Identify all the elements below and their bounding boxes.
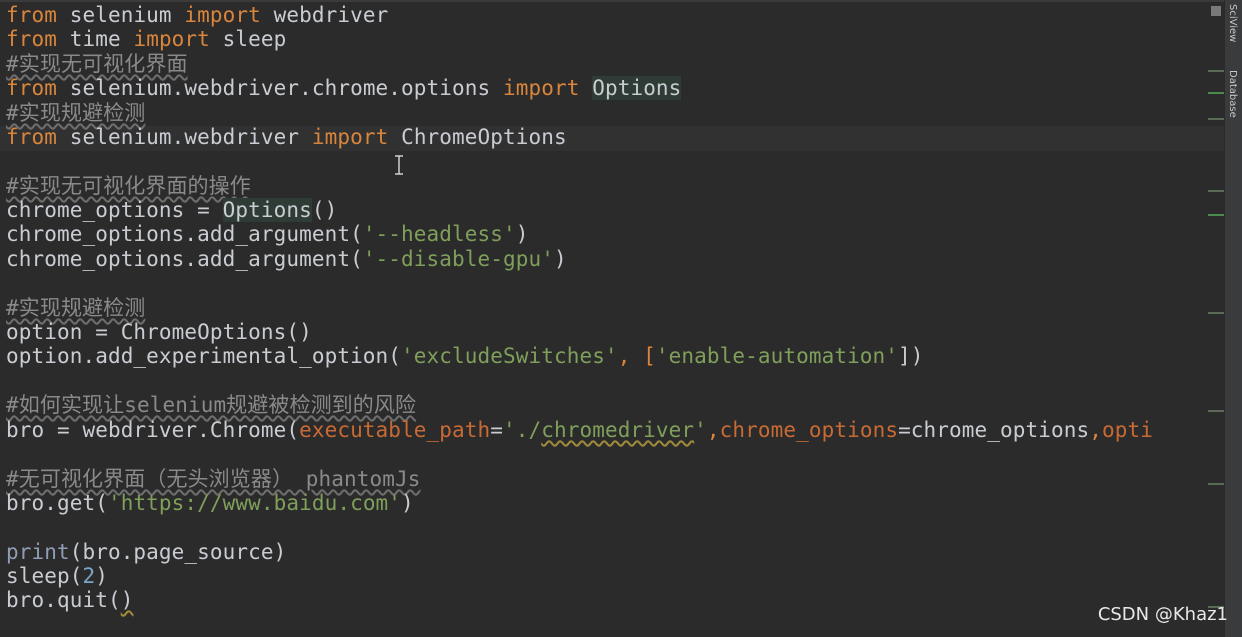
code-line-4[interactable]: from selenium.webdriver.chrome.options i… (6, 76, 682, 100)
watermark: CSDN @Khaz1 (1097, 604, 1228, 625)
keyword: import (184, 3, 261, 27)
parameter-name: opti (1101, 418, 1153, 442)
code-text: chrome_options = (6, 198, 223, 222)
keyword: import (311, 125, 389, 149)
code-text: selenium (56, 3, 185, 27)
inspection-status-icon[interactable] (1211, 6, 1221, 16)
string-literal: '--disable-gpu' (362, 247, 554, 271)
highlighted-identifier: Options (222, 198, 312, 222)
code-text: selenium.webdriver (56, 125, 312, 149)
keyword: import (133, 27, 210, 51)
error-stripe-mark[interactable] (1208, 214, 1224, 216)
comment: #实现规避检测 (6, 296, 146, 320)
code-line-5[interactable]: #实现规避检测 (6, 101, 145, 125)
code-punctuation: , (1089, 418, 1102, 442)
code-text: ) (553, 247, 567, 271)
code-punctuation: , (706, 418, 720, 442)
code-text: chrome_options.add_argument( (6, 222, 363, 246)
code-text: () (311, 198, 338, 222)
comment: #实现无可视化界面 (6, 52, 188, 76)
comment: #无可视化界面（无头浏览器） phantomJs (6, 467, 421, 491)
code-text: bro.quit( (6, 588, 121, 612)
code-text: ChromeOptions (388, 125, 567, 149)
code-line-11[interactable]: chrome_options.add_argument('--disable-g… (6, 247, 567, 271)
code-text: ) (95, 564, 108, 588)
right-tool-window-bar: SciView Database (1224, 0, 1242, 637)
code-line-18[interactable]: bro = webdriver.Chrome(executable_path='… (6, 418, 1153, 442)
parameter-name: chrome_options (719, 418, 899, 442)
error-stripe-mark[interactable] (1208, 410, 1224, 412)
code-text: sleep( (6, 564, 83, 588)
code-line-14[interactable]: option = ChromeOptions() (6, 320, 312, 344)
code-text: option.add_experimental_option( (6, 344, 402, 368)
code-line-10[interactable]: chrome_options.add_argument('--headless'… (6, 222, 528, 246)
code-text: webdriver (260, 3, 389, 27)
code-text: ) (515, 222, 529, 246)
code-text: bro.get( (6, 491, 108, 515)
keyword: from (6, 27, 57, 51)
code-text: = (490, 418, 503, 442)
database-tab[interactable]: Database (1227, 70, 1238, 118)
code-line-24[interactable]: sleep(2) (6, 564, 108, 588)
error-stripe-mark[interactable] (1208, 312, 1224, 314)
code-text: chrome_options.add_argument( (6, 247, 363, 271)
string-literal: 'enable-automation' (655, 344, 899, 368)
comment: #实现无可视化界面的操作 (6, 174, 251, 198)
error-stripe-mark[interactable] (1208, 70, 1224, 72)
error-stripe-mark[interactable] (1208, 483, 1224, 485)
code-text: sleep (209, 27, 287, 51)
code-line-21[interactable]: bro.get('https://www.baidu.com') (6, 491, 414, 515)
code-line-2[interactable]: from time import sleep (6, 27, 286, 51)
string-literal: '--headless' (362, 222, 516, 246)
code-text-underlined: ) (120, 588, 134, 612)
keyword: import (503, 76, 580, 100)
code-editor[interactable]: from selenium import webdriver from time… (0, 0, 1224, 637)
parameter-name: executable_path (299, 418, 491, 442)
code-text: ]) (898, 344, 924, 368)
code-text: ) (401, 491, 414, 515)
code-line-9[interactable]: chrome_options = Options() (6, 198, 337, 222)
keyword: from (6, 125, 57, 149)
highlighted-identifier: Options (592, 76, 682, 100)
code-line-15[interactable]: option.add_experimental_option('excludeS… (6, 344, 924, 368)
code-text: (bro.page_source) (69, 540, 287, 564)
number-literal: 2 (82, 564, 96, 588)
code-line-6[interactable]: from selenium.webdriver import ChromeOpt… (6, 125, 567, 149)
code-line-8[interactable]: #实现无可视化界面的操作 (6, 174, 251, 198)
string-literal: './ (503, 418, 542, 442)
text-cursor-icon (395, 155, 403, 175)
sciview-tab[interactable]: SciView (1227, 4, 1238, 42)
code-punctuation: , [ (617, 344, 656, 368)
code-line-17[interactable]: #如何实现让selenium规避被检测到的风险 (6, 393, 416, 417)
comment: #实现规避检测 (6, 101, 146, 125)
error-stripe-mark[interactable] (1208, 92, 1224, 94)
code-text: selenium.webdriver.chrome.options (56, 76, 503, 100)
string-literal-underlined: chromedriver (541, 418, 695, 442)
keyword: from (6, 76, 57, 100)
string-literal: ' (694, 418, 707, 442)
comment: #如何实现让selenium规避被检测到的风险 (6, 393, 417, 417)
code-text: time (56, 27, 134, 51)
error-stripe-mark[interactable] (1208, 190, 1224, 192)
keyword: from (6, 3, 57, 27)
code-line-13[interactable]: #实现规避检测 (6, 296, 145, 320)
code-line-23[interactable]: print(bro.page_source) (6, 540, 286, 564)
string-literal: 'excludeSwitches' (401, 344, 618, 368)
editor-top-border (0, 0, 1224, 2)
code-text: =chrome_options (898, 418, 1090, 442)
code-text: option = ChromeOptions() (6, 320, 312, 344)
editor-scrollbar[interactable] (1204, 0, 1224, 637)
code-line-3[interactable]: #实现无可视化界面 (6, 52, 188, 76)
code-text: bro = webdriver.Chrome( (6, 418, 300, 442)
builtin-function: print (6, 540, 70, 564)
code-line-1[interactable]: from selenium import webdriver (6, 3, 388, 27)
string-literal: 'https://www.baidu.com' (107, 491, 402, 515)
code-line-25[interactable]: bro.quit() (6, 588, 133, 612)
code-line-20[interactable]: #无可视化界面（无头浏览器） phantomJs (6, 467, 420, 491)
error-stripe-mark[interactable] (1208, 118, 1224, 120)
